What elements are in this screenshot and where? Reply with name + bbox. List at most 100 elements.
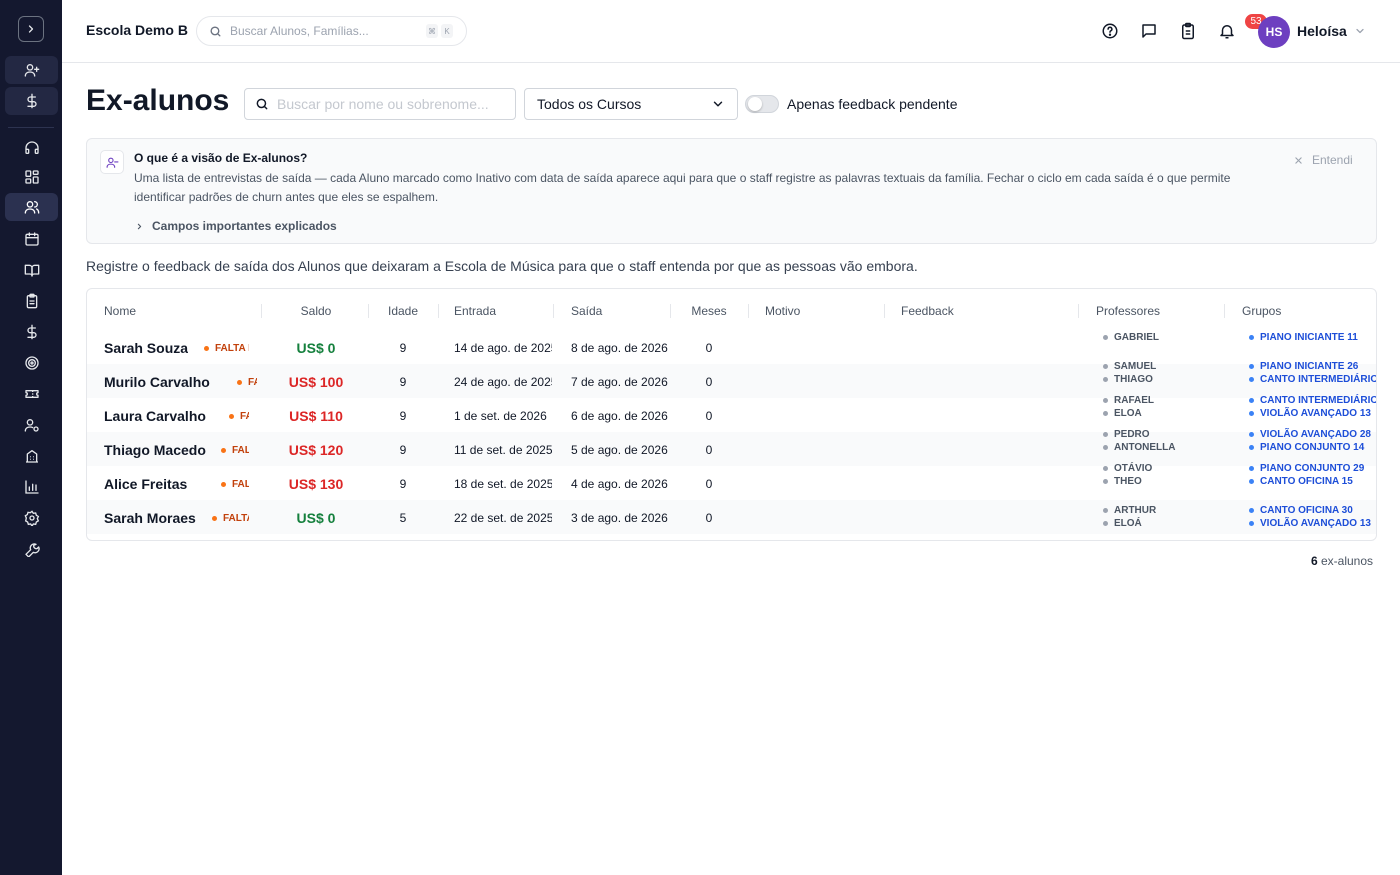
dismiss-info-button[interactable]: Entendi [1294,153,1353,167]
table-row[interactable]: Alice Freitas FALTA FEEDBACK US$ 130 9 18 de… [87,463,1376,500]
message-icon [1142,24,1156,38]
student-name[interactable]: Alice Freitas [104,476,187,492]
user-cog-icon [24,419,39,432]
sidebar-item-new-student[interactable] [5,56,58,84]
column-divider [884,304,885,318]
sidebar-item-settings[interactable] [5,504,58,532]
teacher-tag[interactable]: ANTONELLA [1103,441,1238,454]
user-avatar[interactable]: HS [1258,16,1290,48]
balance-value: US$ 120 [288,442,344,458]
column-header-idade[interactable]: Idade [369,304,437,318]
column-header-professores[interactable]: Professores [1096,304,1160,318]
course-filter-select[interactable]: Todos os Cursos [524,88,738,120]
sidebar-item-calendar[interactable] [5,225,58,253]
sidebar-item-support[interactable] [5,134,58,162]
user-name[interactable]: Heloísa [1297,23,1347,39]
group-tag[interactable]: CANTO INTERMEDIÁRIO [1249,373,1376,386]
column-header-feedback[interactable]: Feedback [901,304,954,318]
sidebar-item-dashboard[interactable] [5,163,58,191]
student-search-input[interactable] [277,96,507,112]
missing-feedback-label: FALTA FEEDBACK [240,411,249,422]
sidebar-item-library[interactable] [5,256,58,284]
group-tag[interactable]: VIOLÃO AVANÇADO 28 [1249,428,1376,441]
teacher-tag[interactable]: GABRIEL [1103,331,1238,344]
table-row[interactable]: Sarah Souza FALTA FEEDBACK US$ 0 9 14 de ago… [87,330,1376,364]
student-name[interactable]: Thiago Macedo [104,442,206,458]
column-header-saida[interactable]: Saída [571,304,602,318]
group-tag[interactable]: PIANO INICIANTE 26 [1249,360,1376,373]
help-button[interactable] [1100,21,1120,41]
student-name[interactable]: Laura Carvalho [104,408,206,424]
column-header-nome[interactable]: Nome [104,304,136,318]
student-name[interactable]: Sarah Moraes [104,510,196,526]
status-dot [229,414,234,419]
school-name[interactable]: Escola Demo B [86,22,188,38]
group-tag[interactable]: PIANO CONJUNTO 14 [1249,441,1376,454]
sidebar-item-tools[interactable] [5,535,58,563]
teacher-tag[interactable]: ELOÁ [1103,517,1238,530]
sidebar-toggle-button[interactable] [18,16,44,42]
tag-dot [1103,432,1108,437]
pending-feedback-toggle[interactable] [745,95,779,113]
sidebar-item-goals[interactable] [5,349,58,377]
teacher-tag[interactable]: ARTHUR [1103,504,1238,517]
global-search-input[interactable]: Buscar Alunos, Famílias... ⌘ K [196,16,467,46]
balance-value: US$ 100 [288,374,344,390]
student-name[interactable]: Sarah Souza [104,340,188,356]
sidebar-item-students[interactable] [5,193,58,221]
sidebar-item-reports[interactable] [5,473,58,501]
age-value: 5 [399,511,407,525]
group-tag[interactable]: PIANO CONJUNTO 29 [1249,462,1376,475]
teacher-tag[interactable]: THEO [1103,475,1238,488]
group-tag[interactable]: CANTO OFICINA 30 [1249,504,1376,517]
group-tag[interactable]: VIOLÃO AVANÇADO 13 [1249,517,1376,530]
tag-dot [1103,508,1108,513]
teacher-tag[interactable]: ELOA [1103,407,1238,420]
column-divider [553,304,554,318]
teacher-name: THIAGO [1114,374,1153,385]
table-row[interactable]: Thiago Macedo FALTA FEEDBACK US$ 120 9 11 de… [87,429,1376,466]
group-name: CANTO OFICINA 15 [1260,476,1353,487]
important-fields-expander[interactable]: Campos importantes explicados [135,219,337,233]
age-value: 9 [399,443,407,457]
group-tag[interactable]: VIOLÃO AVANÇADO 13 [1249,407,1376,420]
group-tag[interactable]: CANTO OFICINA 15 [1249,475,1376,488]
close-icon [1295,156,1302,164]
teacher-name: ELOÁ [1114,518,1142,529]
sidebar-item-finance[interactable] [5,318,58,346]
notifications-button[interactable] [1217,21,1237,41]
tag-dot [1249,445,1254,450]
missing-feedback-badge: FALTA FEEDBACK [221,479,249,490]
column-header-entrada[interactable]: Entrada [454,304,496,318]
teacher-tag[interactable]: PEDRO [1103,428,1238,441]
teacher-tag[interactable]: RAFAEL [1103,394,1238,407]
column-header-motivo[interactable]: Motivo [765,304,800,318]
student-search-field[interactable] [244,88,516,120]
table-row[interactable]: Murilo Carvalho FALTA FEEDBACK US$ 100 9 24 … [87,361,1376,398]
group-tag[interactable]: PIANO INICIANTE 11 [1249,331,1376,344]
sidebar-item-school[interactable] [5,442,58,470]
pending-feedback-label[interactable]: Apenas feedback pendente [787,96,957,112]
sidebar-item-tasks[interactable] [5,287,58,315]
student-name[interactable]: Murilo Carvalho [104,374,210,390]
table-row[interactable]: Laura Carvalho FALTA FEEDBACK US$ 110 9 1 de… [87,395,1376,432]
teacher-tag[interactable]: OTÁVIO [1103,462,1238,475]
sidebar-item-billing[interactable] [5,87,58,115]
group-tag[interactable]: CANTO INTERMEDIÁRIO [1249,394,1376,407]
sidebar-item-events[interactable] [5,380,58,408]
tag-dot [1103,335,1108,340]
column-header-saldo[interactable]: Saldo [265,304,367,318]
column-header-grupos[interactable]: Grupos [1242,304,1281,318]
teacher-tag[interactable]: THIAGO [1103,373,1238,386]
table-row[interactable]: Sarah Moraes FALTA FEEDBACK US$ 0 5 22 de se… [87,500,1376,534]
sidebar-item-staff[interactable] [5,411,58,439]
balance-value: US$ 110 [289,408,343,424]
tasks-button[interactable] [1178,21,1198,41]
column-header-meses[interactable]: Meses [677,304,741,318]
messages-button[interactable] [1139,21,1159,41]
results-count-label: ex-alunos [1320,554,1373,568]
teacher-tag[interactable]: SAMUEL [1103,360,1238,373]
chevron-down-icon[interactable] [1354,25,1366,37]
column-divider [261,304,262,318]
status-dot [212,516,217,521]
